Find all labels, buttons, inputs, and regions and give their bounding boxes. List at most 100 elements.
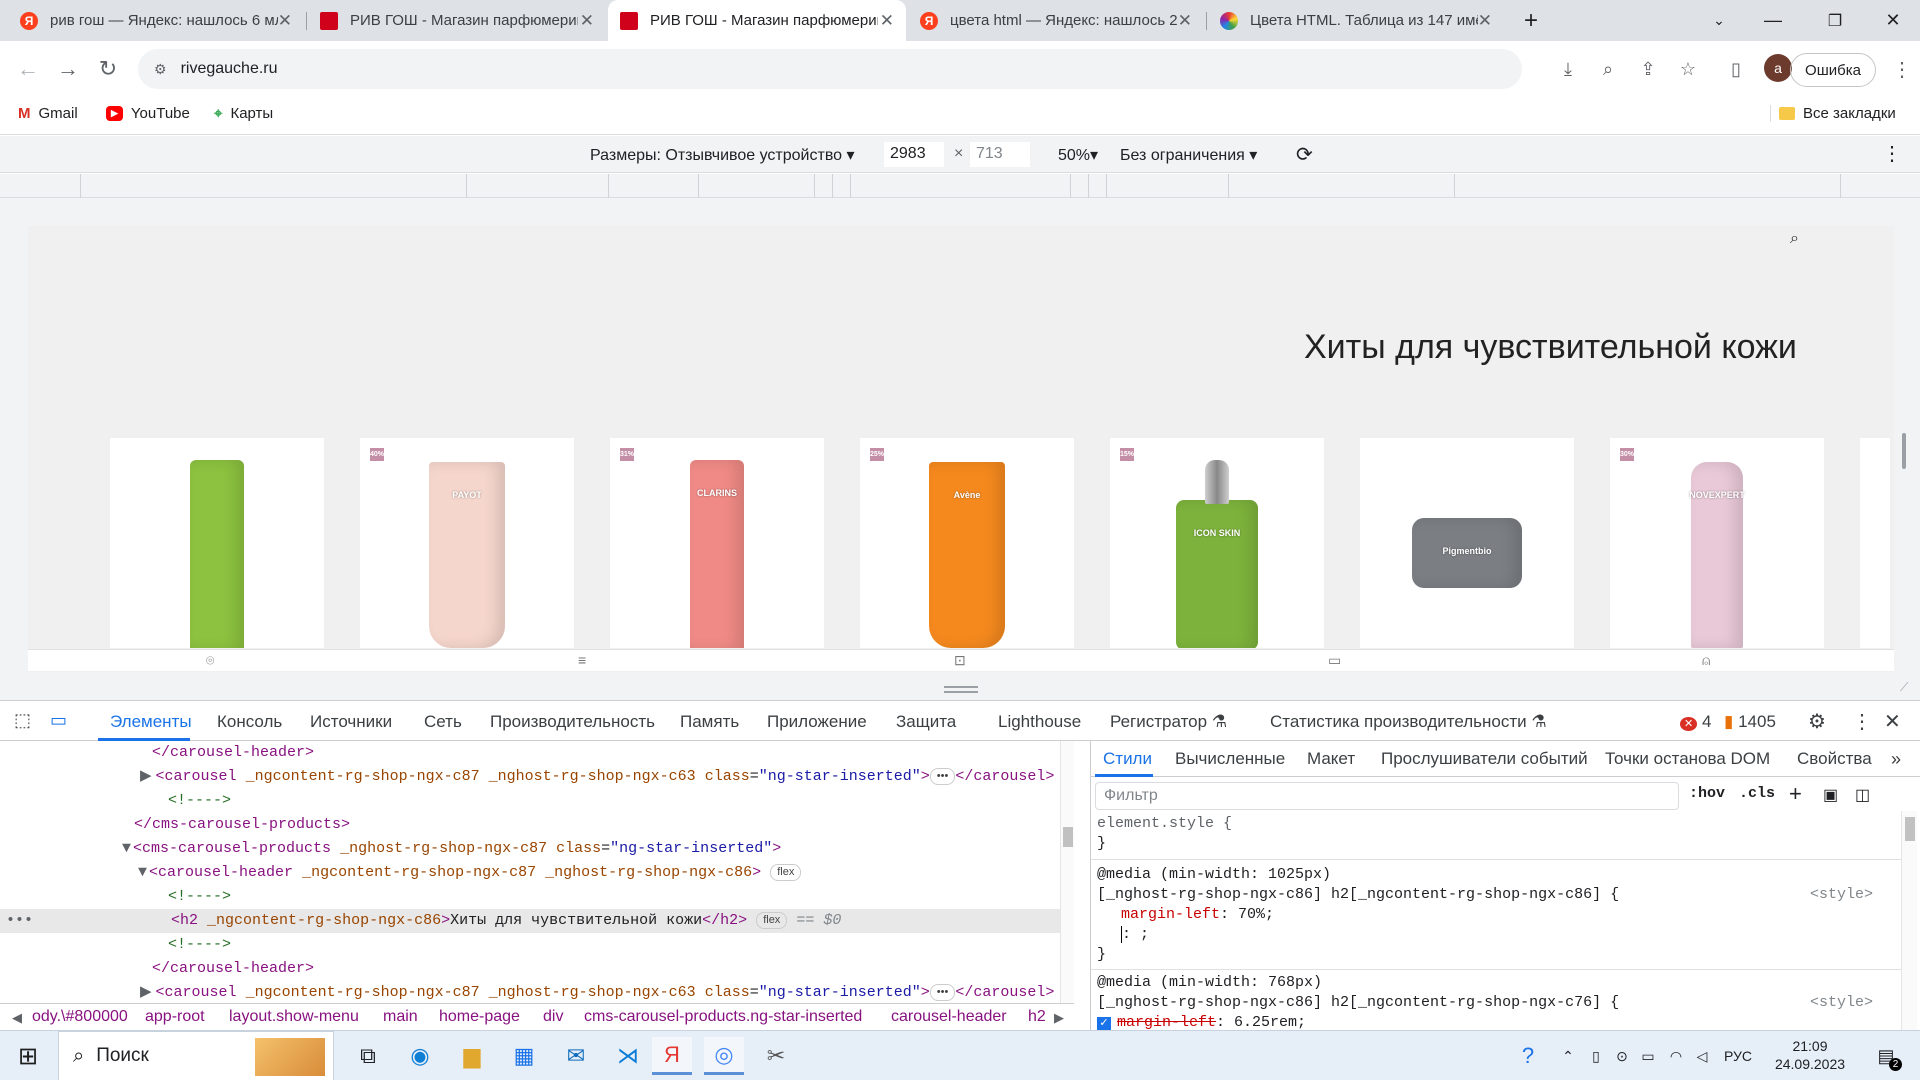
corner-resize-icon[interactable]: ⟋ [1900, 680, 1908, 695]
location-icon[interactable]: ⌾ [206, 652, 214, 669]
mail-icon[interactable]: ✉ [556, 1037, 596, 1075]
inspect-icon[interactable]: ⬚ [14, 710, 31, 731]
dom-comment[interactable]: <!----> [0, 792, 231, 809]
tab-network[interactable]: Сеть [424, 712, 462, 732]
dom-node[interactable]: </carousel-header> [0, 744, 314, 761]
viewport-resize-handle[interactable] [1902, 433, 1906, 469]
vscode-icon[interactable]: ⋊ [608, 1037, 648, 1075]
breadcrumb-item[interactable]: ody.\#800000 [32, 1008, 128, 1026]
browser-tab-active[interactable]: РИВ ГОШ - Магазин парфюмерии и косметики… [608, 0, 906, 41]
error-counter[interactable]: ✕ 4 [1680, 712, 1711, 732]
rule-selector[interactable]: [_nghost-rg-shop-ngx-c86] h2[_ngcontent-… [1097, 886, 1619, 903]
toggle-sidebar-icon[interactable]: ◫ [1855, 785, 1870, 805]
product-image[interactable] [1176, 500, 1258, 648]
notifications-icon[interactable]: ▤ 2 [1866, 1037, 1906, 1075]
styles-scrollbar[interactable] [1901, 811, 1917, 1031]
close-icon[interactable]: ✕ [580, 11, 594, 31]
dom-comment[interactable]: <!----> [0, 936, 231, 953]
reload-button[interactable]: ↻ [92, 53, 124, 85]
rotate-icon[interactable]: ⟳ [1296, 142, 1313, 167]
card-icon[interactable]: ▭ [1328, 652, 1341, 669]
tab-memory[interactable]: Память [680, 712, 739, 732]
collapse-triangle-icon[interactable]: ▼ [0, 840, 131, 857]
breadcrumb-item[interactable]: home-page [439, 1008, 520, 1026]
chrome-icon[interactable]: ◎ [704, 1037, 744, 1075]
collapse-triangle-icon[interactable]: ▼ [0, 864, 147, 881]
flex-badge[interactable]: flex [756, 911, 788, 929]
profile-icon[interactable]: ⍝ [1702, 652, 1710, 669]
product-card[interactable]: 30% NOVEXPERT [1610, 438, 1824, 648]
taskbar-search[interactable]: ⌕ Поиск [58, 1031, 334, 1080]
back-button[interactable]: ← [12, 53, 44, 85]
browser-tab[interactable]: Я цвета html — Яндекс: нашлось 2 млн рез… [908, 0, 1204, 41]
tab-styles[interactable]: Стили [1103, 749, 1152, 769]
bottom-resize-handle[interactable] [944, 686, 978, 693]
new-tab-button[interactable]: + [1508, 0, 1554, 41]
devtools-menu-icon[interactable]: ⋮ [1852, 709, 1872, 734]
rule-selector[interactable]: [_nghost-rg-shop-ngx-c86] h2[_ngcontent-… [1097, 994, 1619, 1011]
store-icon[interactable]: ▦ [504, 1037, 544, 1075]
tab-lighthouse[interactable]: Lighthouse [998, 712, 1081, 732]
breadcrumb-item[interactable]: div [543, 1008, 563, 1026]
search-icon[interactable]: ⌕ [1790, 230, 1799, 248]
zoom-icon[interactable]: ⌕ [1594, 55, 1622, 83]
dom-node[interactable]: <cms-carousel-products _nghost-rg-shop-n… [131, 840, 781, 857]
breadcrumb-item[interactable]: main [383, 1008, 418, 1026]
tab-sources[interactable]: Источники [310, 712, 392, 732]
dimensions-dropdown[interactable]: Размеры: Отзывчивое устройство ▾ [590, 145, 855, 165]
throttle-dropdown[interactable]: Без ограничения ▾ [1120, 145, 1257, 165]
side-panel-icon[interactable]: ▯ [1722, 55, 1750, 83]
tab-computed[interactable]: Вычисленные [1175, 749, 1285, 769]
maximize-button[interactable]: ❐ [1812, 0, 1858, 41]
issues-counter[interactable]: ▮ 1405 [1724, 712, 1776, 732]
css-value[interactable]: 6.25rem; [1234, 1014, 1306, 1031]
share-icon[interactable]: ⇪ [1634, 55, 1662, 83]
add-rule-icon[interactable]: + [1789, 781, 1802, 807]
css-property[interactable]: margin-left [1121, 906, 1220, 923]
product-card[interactable] [110, 438, 324, 648]
tab-console[interactable]: Консоль [217, 712, 282, 732]
forward-button[interactable]: → [52, 53, 84, 85]
tab-layout[interactable]: Макет [1307, 749, 1355, 769]
rule-source-link[interactable]: <style> [1810, 885, 1873, 905]
tab-dom-breakpoints[interactable]: Точки останова DOM [1605, 749, 1770, 769]
bookmark-maps[interactable]: ⌖ Карты [214, 105, 273, 122]
tab-recorder[interactable]: Регистратор ⚗ [1110, 712, 1227, 732]
dom-comment[interactable]: <!----> [0, 888, 231, 905]
breadcrumb-item[interactable]: app-root [145, 1008, 205, 1026]
bookmark-youtube[interactable]: ▶ YouTube [106, 105, 190, 122]
close-icon[interactable]: ✕ [1478, 11, 1492, 31]
height-input[interactable]: 713 [970, 142, 1030, 167]
product-card[interactable]: 25% Avène [860, 438, 1074, 648]
paint-icon[interactable]: ▣ [1823, 785, 1838, 805]
all-bookmarks[interactable]: Все закладки [1770, 105, 1896, 122]
bag-icon[interactable]: ⊡ [954, 652, 966, 669]
close-window-button[interactable]: ✕ [1870, 0, 1916, 41]
product-card[interactable]: 15% ICON SKIN [1110, 438, 1324, 648]
browser-tab[interactable]: Цвета HTML. Таблица из 147 имён цветов ✕ [1208, 0, 1504, 41]
breadcrumb-item[interactable]: h2 [1028, 1008, 1046, 1026]
bookmark-gmail[interactable]: M Gmail [18, 105, 78, 122]
flex-badge[interactable]: flex [770, 863, 802, 881]
close-icon[interactable]: ✕ [278, 11, 292, 31]
breadcrumb-item[interactable]: cms-carousel-products.ng-star-inserted [584, 1008, 862, 1026]
language-indicator[interactable]: РУС [1716, 1037, 1760, 1075]
file-explorer-icon[interactable]: ▆ [452, 1037, 492, 1075]
bookmark-star-icon[interactable]: ☆ [1674, 55, 1702, 83]
scrollbar-thumb[interactable] [1063, 827, 1073, 847]
tab-performance-insights[interactable]: Статистика производительности ⚗ [1270, 712, 1547, 732]
rule-source-link[interactable]: <style> [1810, 993, 1873, 1013]
address-bar[interactable]: ⚙ rivegauche.ru [138, 49, 1522, 89]
tab-event-listeners[interactable]: Прослушиватели событий [1381, 749, 1588, 769]
css-value[interactable]: 70%; [1238, 906, 1274, 923]
browser-tab[interactable]: РИВ ГОШ - Магазин парфюмерии и косметики… [308, 0, 606, 41]
close-icon[interactable]: ✕ [880, 11, 894, 31]
yandex-browser-icon[interactable]: Я [652, 1037, 692, 1075]
dom-node[interactable]: <carousel _ngcontent-rg-shop-ngx-c87 _ng… [152, 767, 1054, 785]
product-card[interactable]: 40% PAYOT [360, 438, 574, 648]
avatar[interactable]: a [1764, 54, 1792, 82]
chevron-right-icon[interactable]: ▶ [1054, 1010, 1064, 1026]
tab-application[interactable]: Приложение [767, 712, 867, 732]
close-icon[interactable]: ✕ [1178, 11, 1192, 31]
minimize-button[interactable]: — [1750, 0, 1796, 41]
